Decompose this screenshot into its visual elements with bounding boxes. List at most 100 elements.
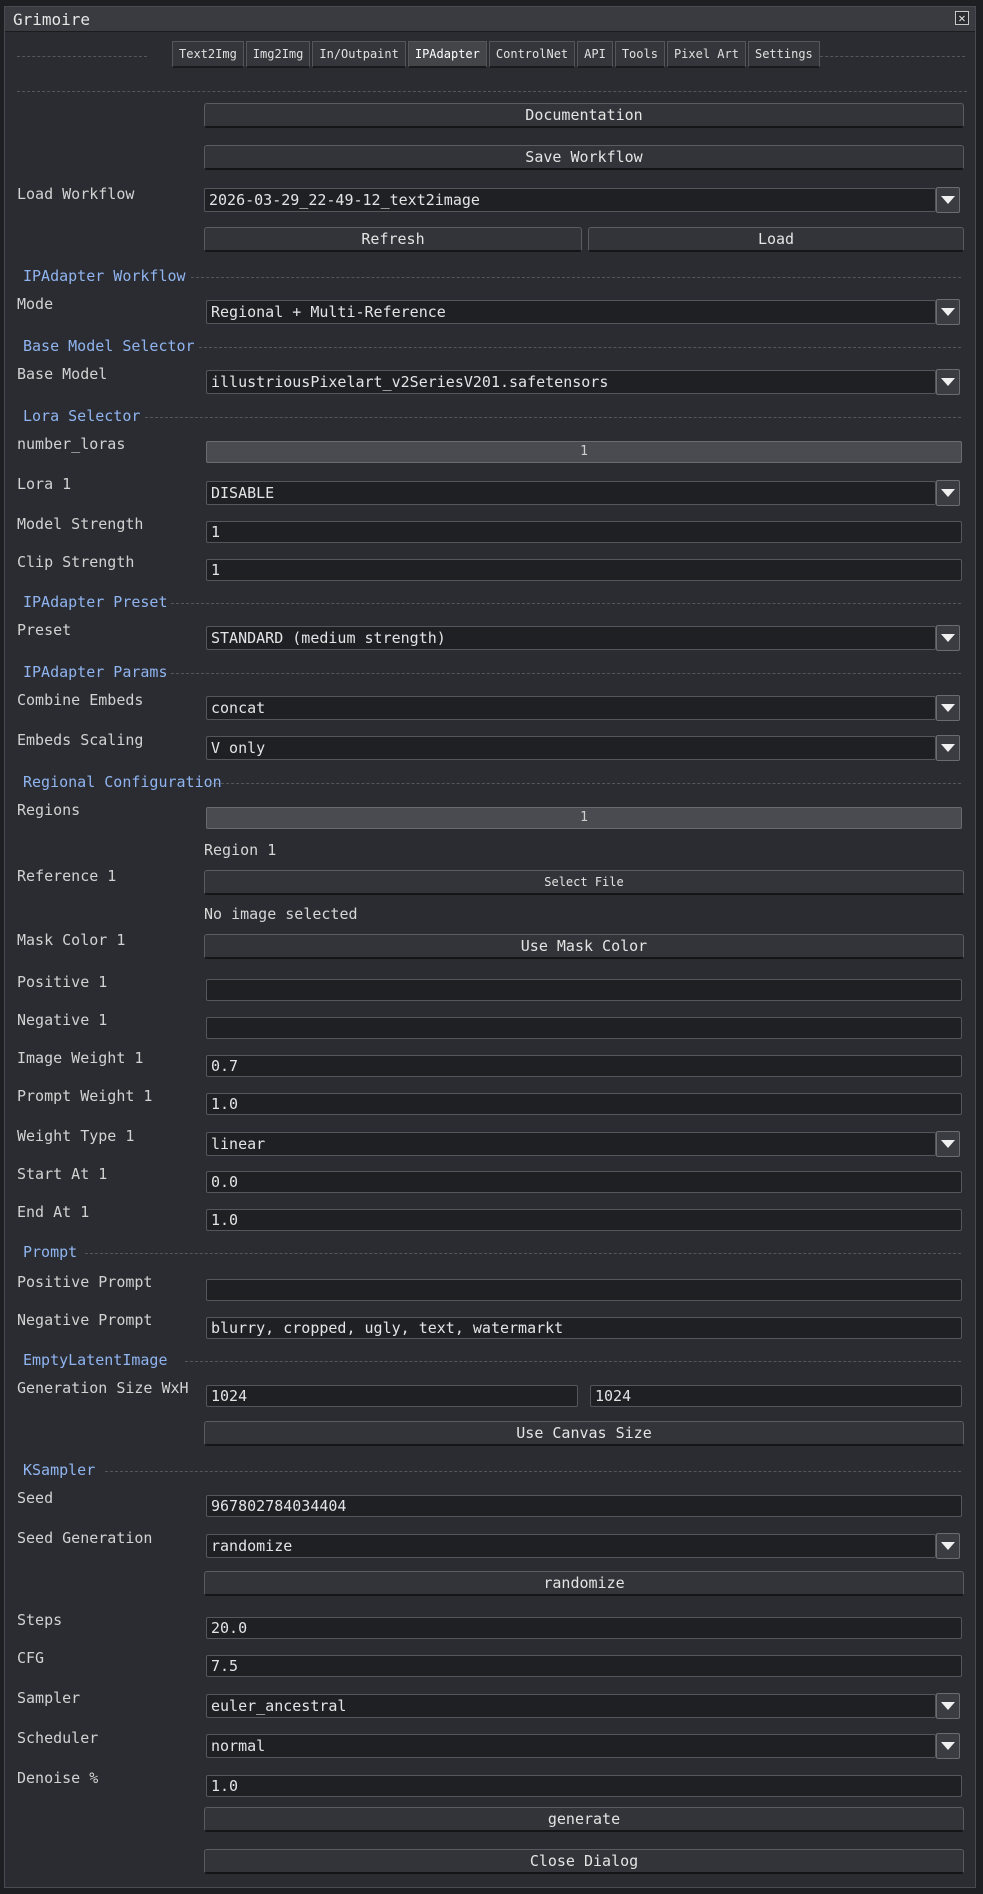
negative-prompt-input[interactable]: blurry, cropped, ugly, text, watermarkt xyxy=(206,1317,962,1339)
section-ipadapter-workflow: IPAdapter Workflow xyxy=(23,267,186,285)
divider xyxy=(17,91,967,92)
base-model-select[interactable]: illustriousPixelart_v2SeriesV201.safeten… xyxy=(206,370,936,394)
use-canvas-size-button[interactable]: Use Canvas Size xyxy=(204,1421,964,1446)
generation-height-input[interactable]: 1024 xyxy=(590,1385,962,1407)
close-icon[interactable]: ✕ xyxy=(955,11,969,25)
section-ipadapter-params: IPAdapter Params xyxy=(23,663,168,681)
close-dialog-button[interactable]: Close Dialog xyxy=(204,1849,964,1874)
divider xyxy=(199,347,961,348)
divider xyxy=(171,673,961,674)
generation-width-input[interactable]: 1024 xyxy=(206,1385,578,1407)
number-loras-slider[interactable]: 1 xyxy=(206,441,962,463)
preset-select[interactable]: STANDARD (medium strength) xyxy=(206,626,936,650)
positive-prompt-label: Positive Prompt xyxy=(17,1273,153,1291)
divider xyxy=(171,603,961,604)
end-at-1-input[interactable]: 1.0 xyxy=(206,1209,962,1231)
negative-1-input[interactable] xyxy=(206,1017,962,1039)
number-loras-label: number_loras xyxy=(17,435,126,453)
combine-embeds-label: Combine Embeds xyxy=(17,691,144,709)
embeds-scaling-select[interactable]: V only xyxy=(206,736,936,760)
chevron-down-icon[interactable] xyxy=(936,299,960,325)
steps-input[interactable]: 20.0 xyxy=(206,1617,962,1639)
chevron-down-icon[interactable] xyxy=(936,695,960,721)
positive-prompt-input[interactable] xyxy=(206,1279,962,1301)
tab-text2img[interactable]: Text2Img xyxy=(172,41,244,68)
documentation-button[interactable]: Documentation xyxy=(204,103,964,128)
generate-button[interactable]: generate xyxy=(204,1807,964,1832)
positive-1-input[interactable] xyxy=(206,979,962,1001)
chevron-down-icon[interactable] xyxy=(936,369,960,395)
section-prompt: Prompt xyxy=(23,1243,78,1261)
cfg-input[interactable]: 7.5 xyxy=(206,1655,962,1677)
image-weight-1-input[interactable]: 0.7 xyxy=(206,1055,962,1077)
seed-input[interactable]: 967802784034404 xyxy=(206,1495,962,1517)
weight-type-1-label: Weight Type 1 xyxy=(17,1127,135,1145)
prompt-weight-1-label: Prompt Weight 1 xyxy=(17,1087,153,1105)
model-strength-label: Model Strength xyxy=(17,515,144,533)
regions-label: Regions xyxy=(17,801,81,819)
denoise-input[interactable]: 1.0 xyxy=(206,1775,962,1797)
end-at-1-label: End At 1 xyxy=(17,1203,90,1221)
mode-select[interactable]: Regional + Multi-Reference xyxy=(206,300,936,324)
prompt-weight-1-input[interactable]: 1.0 xyxy=(206,1093,962,1115)
refresh-button[interactable]: Refresh xyxy=(204,227,582,252)
generation-size-label: Generation Size WxH xyxy=(17,1379,189,1397)
steps-label: Steps xyxy=(17,1611,63,1629)
seed-generation-label: Seed Generation xyxy=(17,1529,153,1547)
divider xyxy=(191,277,961,278)
clip-strength-input[interactable]: 1 xyxy=(206,559,962,581)
select-file-button[interactable]: Select File xyxy=(204,870,964,895)
model-strength-input[interactable]: 1 xyxy=(206,521,962,543)
tab-img2img[interactable]: Img2Img xyxy=(245,41,311,68)
combine-embeds-select[interactable]: concat xyxy=(206,696,936,720)
tab-tools[interactable]: Tools xyxy=(614,41,665,68)
clip-strength-label: Clip Strength xyxy=(17,553,135,571)
divider xyxy=(185,1361,961,1362)
tab-bar: Text2Img Img2Img In/Outpaint IPAdapter C… xyxy=(172,41,820,68)
chevron-down-icon[interactable] xyxy=(936,735,960,761)
load-workflow-label: Load Workflow xyxy=(17,185,135,203)
window-title: Grimoire xyxy=(13,10,91,29)
tab-api[interactable]: API xyxy=(577,41,613,68)
save-workflow-button[interactable]: Save Workflow xyxy=(204,145,964,170)
image-weight-1-label: Image Weight 1 xyxy=(17,1049,144,1067)
negative-prompt-label: Negative Prompt xyxy=(17,1311,153,1329)
randomize-button[interactable]: randomize xyxy=(204,1571,964,1596)
start-at-1-label: Start At 1 xyxy=(17,1165,108,1183)
tab-controlnet[interactable]: ControlNet xyxy=(488,41,576,68)
weight-type-1-select[interactable]: linear xyxy=(206,1132,936,1156)
regions-slider[interactable]: 1 xyxy=(206,807,962,829)
scheduler-select[interactable]: normal xyxy=(206,1734,936,1758)
base-model-label: Base Model xyxy=(17,365,108,383)
seed-generation-select[interactable]: randomize xyxy=(206,1534,936,1558)
seed-label: Seed xyxy=(17,1489,54,1507)
chevron-down-icon[interactable] xyxy=(936,480,960,506)
tab-pixel-art[interactable]: Pixel Art xyxy=(666,41,746,68)
dialog-window: Grimoire ✕ Text2Img Img2Img In/Outpaint … xyxy=(4,6,976,1888)
tab-inoutpaint[interactable]: In/Outpaint xyxy=(312,41,406,68)
start-at-1-input[interactable]: 0.0 xyxy=(206,1171,962,1193)
negative-1-label: Negative 1 xyxy=(17,1011,108,1029)
sampler-select[interactable]: euler_ancestral xyxy=(206,1694,936,1718)
chevron-down-icon[interactable] xyxy=(936,1733,960,1759)
divider xyxy=(85,1253,961,1254)
divider xyxy=(105,1471,961,1472)
load-workflow-select[interactable]: 2026-03-29_22-49-12_text2image xyxy=(204,188,936,212)
chevron-down-icon[interactable] xyxy=(936,187,960,213)
chevron-down-icon[interactable] xyxy=(936,625,960,651)
title-bar: Grimoire ✕ xyxy=(5,7,975,32)
use-mask-color-button[interactable]: Use Mask Color xyxy=(204,934,964,959)
chevron-down-icon[interactable] xyxy=(936,1693,960,1719)
reference-1-label: Reference 1 xyxy=(17,867,117,885)
chevron-down-icon[interactable] xyxy=(936,1131,960,1157)
section-regional-configuration: Regional Configuration xyxy=(23,773,222,791)
chevron-down-icon[interactable] xyxy=(936,1533,960,1559)
load-button[interactable]: Load xyxy=(588,227,964,252)
section-ipadapter-preset: IPAdapter Preset xyxy=(23,593,168,611)
tab-settings[interactable]: Settings xyxy=(747,41,820,68)
lora-1-select[interactable]: DISABLE xyxy=(206,481,936,505)
section-empty-latent-image: EmptyLatentImage xyxy=(23,1351,168,1369)
divider xyxy=(815,56,965,57)
divider xyxy=(145,417,961,418)
tab-ipadapter[interactable]: IPAdapter xyxy=(407,41,487,68)
